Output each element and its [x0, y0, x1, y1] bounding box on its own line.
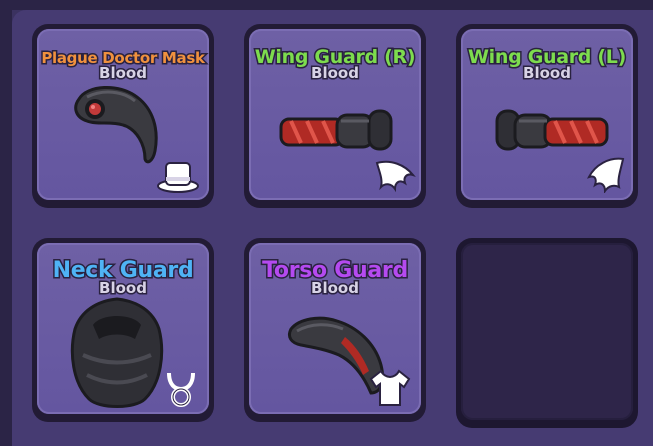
item-variant: Blood — [310, 63, 361, 84]
panel-frame-top — [0, 0, 653, 10]
slot-face: Wing Guard (L) Blood — [461, 29, 633, 200]
inventory-slot-torso-guard[interactable]: Torso Guard Blood — [244, 238, 426, 422]
panel-frame-left — [0, 0, 12, 446]
left-wing-icon — [587, 157, 625, 193]
inventory-slot-empty[interactable] — [456, 238, 638, 428]
slot-face: Wing Guard (R) Blood — [249, 29, 421, 200]
slot-face: Neck Guard Blood — [37, 243, 209, 414]
item-variant: Blood — [310, 278, 361, 299]
inventory-slot-wing-guard-r[interactable]: Wing Guard (R) Blood — [244, 24, 426, 208]
slot-face: Plague Doctor Mask Blood — [37, 29, 209, 200]
wing-guard-left-icon — [495, 109, 609, 151]
item-variant: Blood — [522, 63, 573, 84]
inventory-panel: Plague Doctor Mask Blood Wing Guard (R) … — [0, 0, 653, 446]
right-wing-icon — [375, 160, 416, 193]
wing-guard-right-icon — [279, 109, 393, 151]
slot-face — [461, 243, 633, 420]
inventory-slot-neck-guard[interactable]: Neck Guard Blood — [32, 238, 214, 422]
necklace-icon — [167, 372, 195, 407]
top-hat-icon — [157, 162, 199, 193]
item-variant: Blood — [98, 63, 149, 84]
shirt-icon — [369, 369, 411, 406]
inventory-slot-wing-guard-l[interactable]: Wing Guard (L) Blood — [456, 24, 638, 208]
neck-guard-icon — [70, 297, 164, 408]
slot-face: Torso Guard Blood — [249, 243, 421, 414]
inventory-slot-plague-doctor-mask[interactable]: Plague Doctor Mask Blood — [32, 24, 214, 208]
